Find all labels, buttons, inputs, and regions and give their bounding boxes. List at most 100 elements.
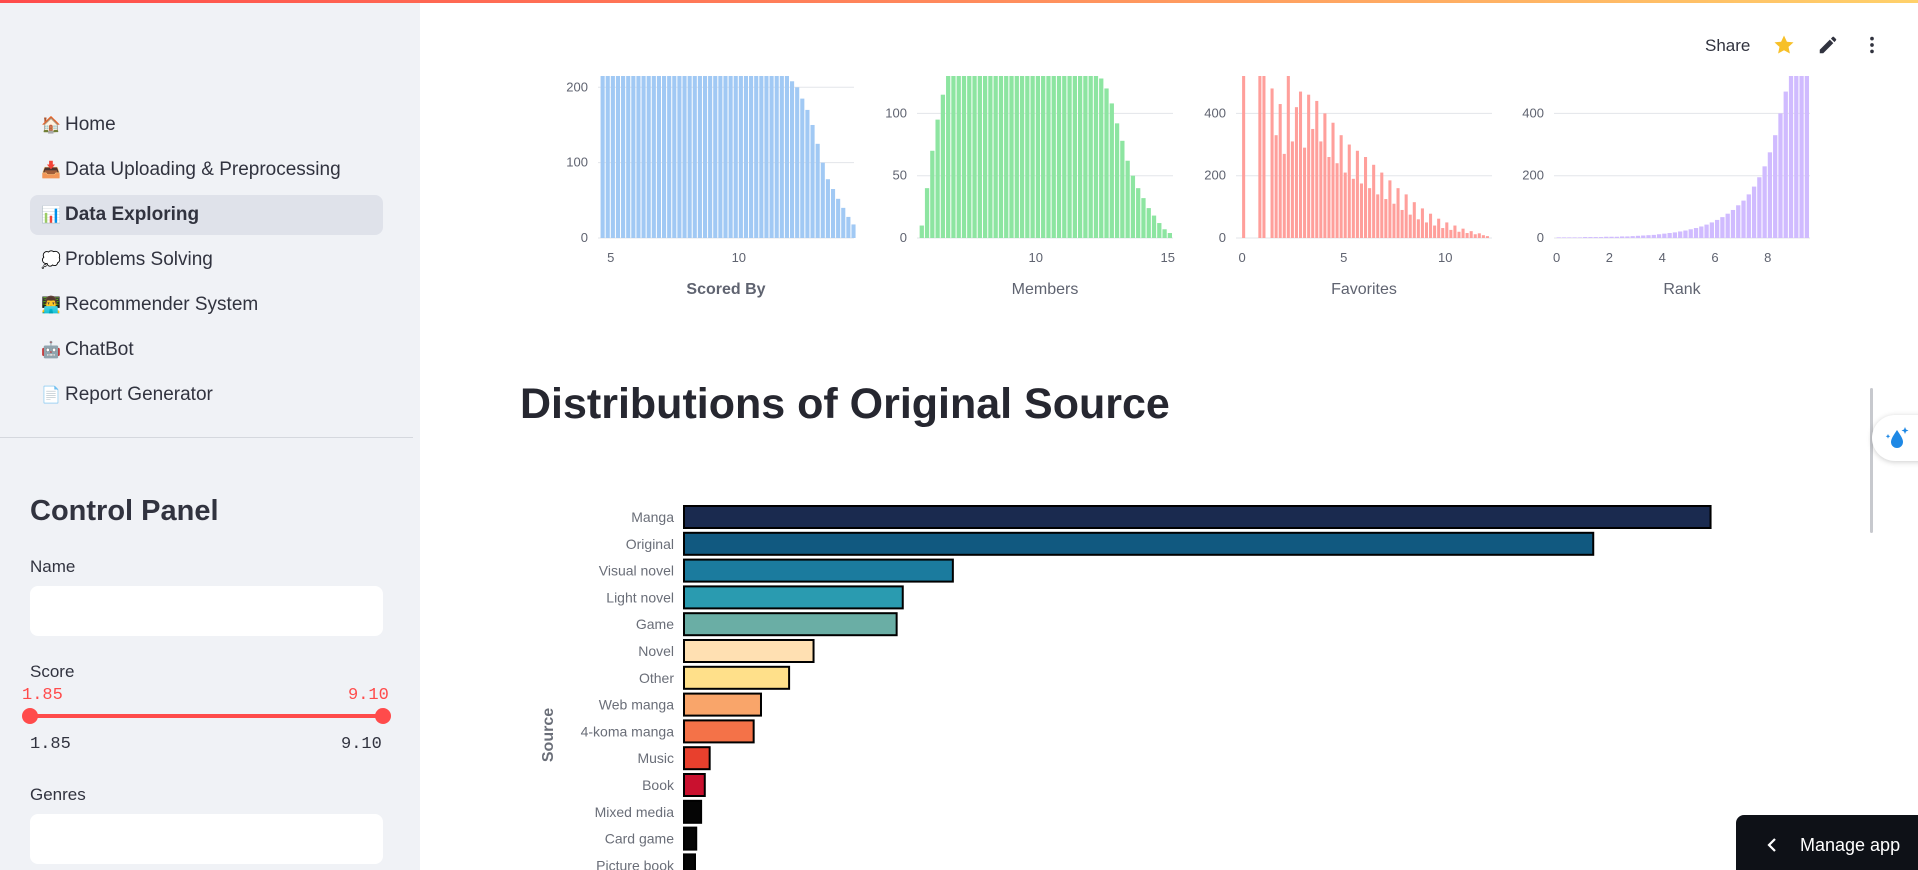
histogram-bar: [851, 224, 856, 238]
histogram-bar: [1416, 219, 1420, 238]
nav-emoji-icon: 📊: [41, 207, 61, 224]
name-label: Name: [30, 557, 76, 576]
star-icon[interactable]: [1771, 32, 1797, 58]
category-label: Light novel: [606, 589, 674, 605]
sidebar-item-report-generator[interactable]: 📄 Report Generator: [30, 375, 383, 415]
histogram-bar: [1683, 230, 1688, 238]
histogram-bar: [1609, 236, 1614, 238]
scrollbar-thumb[interactable]: [1870, 388, 1873, 533]
histogram-bar: [1319, 141, 1323, 238]
x-tick-label: 10: [732, 250, 746, 265]
x-tick-label: 10: [1029, 250, 1043, 265]
histogram-bar: [764, 76, 769, 238]
histogram-bar: [1146, 208, 1151, 238]
manage-app-button[interactable]: Manage app: [1736, 815, 1918, 870]
histogram-bar: [846, 216, 851, 238]
share-button[interactable]: Share: [1705, 36, 1750, 56]
histogram-bar: [1307, 94, 1311, 238]
histogram-bar: [1315, 100, 1319, 238]
source-bar: [683, 558, 954, 583]
score-slider-track[interactable]: [30, 714, 383, 718]
sidebar-item-data-uploading-preprocessing[interactable]: 📥 Data Uploading & Preprocessing: [30, 150, 383, 190]
histogram-bar: [1384, 199, 1388, 238]
top-decoration-bar: [0, 0, 1918, 3]
x-tick-label: 4: [1659, 250, 1666, 265]
histogram-bar: [1667, 233, 1672, 238]
name-input[interactable]: [30, 586, 383, 636]
histogram-bar: [1400, 209, 1404, 238]
histogram-bar: [815, 143, 820, 238]
histogram-bar: [1709, 222, 1714, 238]
histogram-bar: [1593, 237, 1598, 238]
assistant-bubble-button[interactable]: [1872, 415, 1918, 461]
x-tick-label: 0: [1553, 250, 1560, 265]
sidebar-item-data-exploring[interactable]: 📊 Data Exploring: [30, 195, 383, 235]
y-tick-label: 0: [1219, 230, 1226, 245]
histogram-bar: [1678, 231, 1683, 238]
sidebar-item-label: Home: [65, 114, 116, 135]
score-low-value: 1.85: [22, 686, 63, 705]
sidebar-item-label: Recommender System: [65, 294, 259, 315]
y-tick-label: 50: [893, 168, 907, 183]
sparkle-drop-icon: [1885, 427, 1909, 448]
edit-icon[interactable]: [1815, 32, 1841, 58]
histogram-bar: [1331, 122, 1335, 238]
source-bar: [683, 639, 815, 663]
x-tick-label: 15: [1160, 250, 1174, 265]
histogram-bar: [946, 76, 951, 238]
category-label: Visual novel: [599, 563, 674, 579]
histogram-bar: [1604, 236, 1609, 238]
histogram-bar: [708, 76, 713, 238]
histogram-bar: [1445, 222, 1449, 238]
x-axis-label: Members: [1012, 281, 1079, 298]
source-bar-chart: Manga Original Visual novel Light novel Game…: [540, 505, 1712, 870]
category-label: Manga: [631, 509, 674, 525]
histogram-bar: [1799, 76, 1804, 238]
histogram-bar: [1014, 76, 1019, 238]
histogram-bar: [1453, 225, 1457, 238]
histogram-bar: [1323, 113, 1327, 238]
genres-input[interactable]: [30, 814, 383, 864]
histogram-bar: [1704, 224, 1709, 238]
histogram-bar: [1396, 188, 1400, 238]
y-axis-label: Source: [540, 708, 557, 762]
histogram-bar: [1614, 236, 1619, 238]
histogram-bar: [1125, 160, 1130, 238]
histogram-bar: [1343, 172, 1347, 238]
histogram-bar: [841, 207, 846, 238]
histogram-bar: [1625, 236, 1630, 238]
sidebar-item-home[interactable]: 🏠 Home: [30, 105, 383, 145]
histogram-bar: [610, 76, 615, 238]
x-tick-label: 5: [607, 250, 614, 265]
histogram-bar: [1327, 157, 1331, 238]
histogram-bar: [810, 124, 815, 238]
histogram-bar: [1465, 233, 1469, 238]
histogram-bar: [1736, 205, 1741, 238]
histogram-bar: [1083, 76, 1088, 238]
histogram-bar: [1598, 237, 1604, 238]
histogram-bar: [1788, 76, 1794, 238]
histograms-chart: 01002005 10Scored By05010010 15Members0200…: [566, 76, 1810, 298]
sidebar-item-chatbot[interactable]: 🤖 ChatBot: [30, 330, 383, 370]
score-slider-low-thumb[interactable]: [22, 708, 38, 724]
histogram-bar: [1730, 209, 1736, 238]
more-options-icon[interactable]: [1859, 32, 1885, 58]
sidebar-nav: 🏠 Home 📥 Data Uploading & Preprocessing 📊 Dat…: [30, 105, 383, 420]
histogram-bar: [682, 76, 687, 238]
histogram-bar: [988, 76, 993, 238]
histogram-bar: [956, 76, 961, 238]
x-tick-label: 8: [1764, 250, 1771, 265]
score-slider-high-thumb[interactable]: [375, 708, 391, 724]
histogram-bar: [667, 76, 672, 238]
y-tick-label: 0: [900, 230, 907, 245]
histogram-bar: [1278, 104, 1282, 239]
histogram-bar: [1062, 76, 1067, 238]
sidebar-item-problems-solving[interactable]: 💭 Problems Solving: [30, 240, 383, 280]
histogram-bar: [754, 76, 759, 238]
histogram-bar: [961, 76, 967, 238]
histogram-bar: [1035, 76, 1041, 238]
histogram-bar: [692, 76, 697, 238]
histogram-bar: [1167, 233, 1172, 238]
sidebar-item-recommender-system[interactable]: 👨‍💻 Recommender System: [30, 285, 383, 325]
histogram-bar: [1088, 76, 1093, 238]
